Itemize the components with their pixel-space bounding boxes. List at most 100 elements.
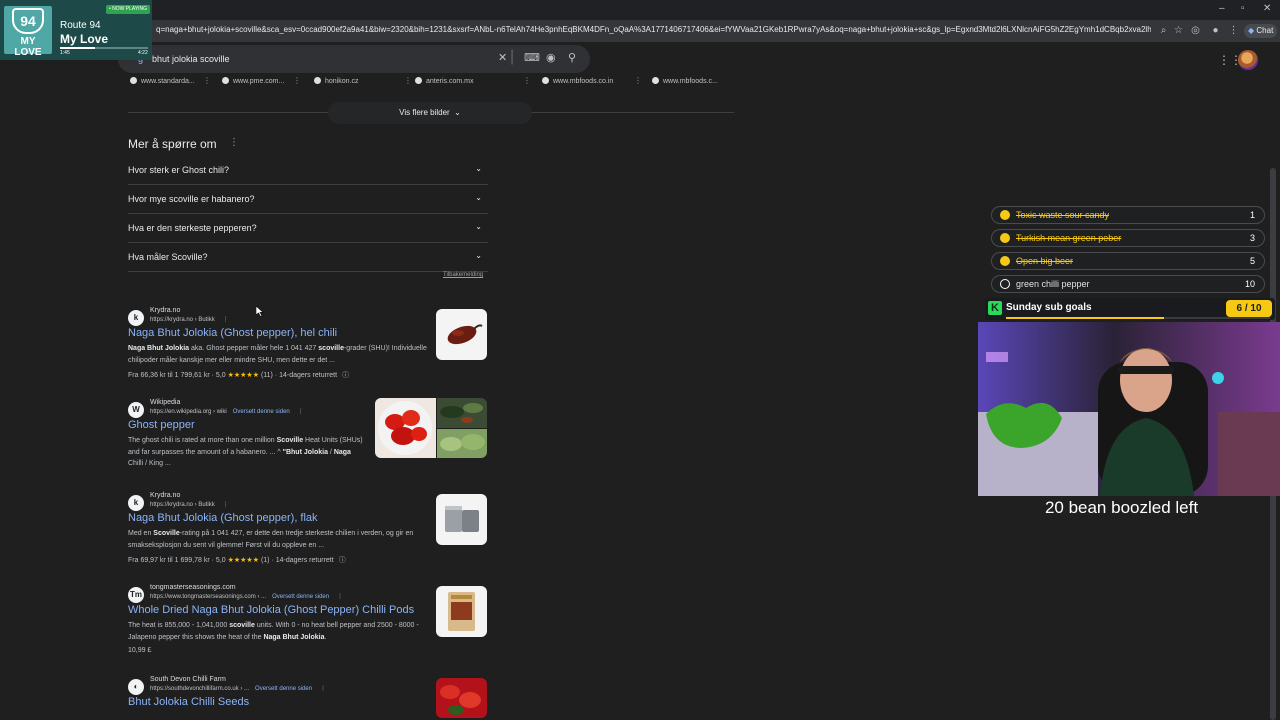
now-playing-badge: • NOW PLAYING — [106, 5, 151, 14]
checked-icon — [1000, 210, 1010, 220]
site-favicon-icon: Tm — [128, 587, 144, 603]
paa-question-text: Hvor sterk er Ghost chili? — [128, 165, 230, 175]
show-more-images-button[interactable]: Vis flere bilder ⌄ — [328, 102, 532, 124]
more-options-icon[interactable]: ⋮ — [203, 76, 211, 85]
result-thumbnail[interactable] — [436, 678, 487, 718]
image-source[interactable]: www.mbfoods.co.in — [542, 77, 613, 85]
info-icon[interactable]: ⓘ — [339, 557, 346, 564]
result-site-name: Wikipedia — [150, 399, 181, 406]
site-favicon-icon: k — [128, 495, 144, 511]
paa-question[interactable]: Hva er den sterkeste pepperen? ⌄ — [128, 214, 488, 243]
elapsed-time: 1:45 — [60, 50, 70, 56]
url-text[interactable]: q=naga+bhut+jolokia+scoville&sca_esv=0cc… — [156, 25, 1151, 34]
source-favicon-icon — [415, 77, 422, 84]
image-source[interactable]: www.pme.com... — [222, 77, 284, 85]
source-favicon-icon — [652, 77, 659, 84]
restore-icon[interactable]: ▫ — [1241, 3, 1245, 14]
chevron-down-icon: ⌄ — [475, 193, 482, 202]
minimize-icon[interactable]: – — [1219, 3, 1225, 14]
result-title-link[interactable]: Naga Bhut Jolokia (Ghost pepper), hel ch… — [128, 327, 337, 339]
result-title-link[interactable]: Naga Bhut Jolokia (Ghost pepper), flak — [128, 512, 318, 524]
chili-seeds-image — [440, 685, 481, 715]
dried-chili-image — [447, 324, 483, 345]
search-box-divider: | — [510, 48, 515, 65]
result-thumbnail[interactable] — [436, 586, 487, 637]
sub-goal-count: 6 / 10 — [1226, 300, 1272, 317]
goal-item: green chilli pepper 10 — [991, 275, 1265, 293]
chat-button[interactable]: ◆ Chat — [1244, 24, 1278, 38]
paa-question-text: Hva måler Scoville? — [128, 252, 208, 262]
paa-question[interactable]: Hvor sterk er Ghost chili? ⌄ — [128, 156, 488, 185]
clear-icon[interactable]: ✕ — [498, 52, 507, 65]
profile-icon[interactable]: ● — [1209, 24, 1222, 37]
search-result: k Krydra.no https://krydra.no › Butikk ⋮ … — [128, 307, 488, 387]
image-source[interactable]: anteris.com.mx — [415, 77, 473, 85]
zoom-icon[interactable]: ⌕ — [1157, 24, 1170, 37]
goal-text: Turkish mean green peber — [1016, 233, 1122, 243]
search-box[interactable]: g bhut jolokia scoville ✕ | ⌨ ◉ ⚲ — [118, 45, 590, 73]
result-thumbnail[interactable] — [437, 398, 487, 428]
chili-pods-package-image — [448, 592, 475, 631]
close-window-icon[interactable]: ✕ — [1263, 3, 1271, 14]
result-thumbnail[interactable] — [375, 398, 436, 458]
more-options-icon[interactable]: ⋮ — [223, 502, 229, 508]
source-favicon-icon — [314, 77, 321, 84]
screen: – ▫ ✕ q=naga+bhut+jolokia+scoville&sca_e… — [0, 0, 1280, 720]
more-options-icon[interactable]: ⋮ — [298, 409, 304, 415]
sub-goal-progress — [1006, 317, 1270, 319]
people-also-ask-title: Mer å spørre om — [128, 137, 217, 151]
search-input[interactable]: bhut jolokia scoville — [152, 54, 230, 64]
more-options-icon[interactable]: ⋮ — [320, 686, 326, 692]
info-icon[interactable]: ⓘ — [342, 372, 349, 379]
translate-link[interactable]: Oversett denne siden — [255, 686, 312, 692]
more-options-icon[interactable]: ⋮ — [337, 594, 343, 600]
image-source[interactable]: www.standarda... — [130, 77, 195, 85]
lens-icon[interactable]: ◉ — [546, 52, 556, 65]
goal-item: Open big beer 5 — [991, 252, 1265, 270]
more-options-icon[interactable]: ⋮ — [404, 76, 412, 85]
image-source[interactable]: honikon.cz — [314, 77, 358, 85]
translate-link[interactable]: Oversett denne siden — [233, 409, 290, 415]
paa-question-text: Hvor mye scoville er habanero? — [128, 194, 255, 204]
site-favicon-icon: k — [128, 310, 144, 326]
route-shield-icon: 94 — [12, 8, 44, 34]
song-title: My Love — [60, 32, 109, 46]
search-icon[interactable]: ⚲ — [568, 52, 576, 65]
address-bar[interactable]: q=naga+bhut+jolokia+scoville&sca_esv=0cc… — [0, 20, 1280, 42]
paa-question[interactable]: Hvor mye scoville er habanero? ⌄ — [128, 185, 488, 214]
result-snippet: Naga Bhut Jolokia aka. Ghost pepper måle… — [128, 345, 427, 364]
goal-count: 1 — [1249, 210, 1255, 220]
bookmark-star-icon[interactable]: ☆ — [1172, 24, 1185, 37]
paa-question[interactable]: Hva måler Scoville? ⌄ — [128, 243, 488, 272]
result-thumbnail[interactable] — [436, 494, 487, 545]
goal-item: Toxic waste sour candy 1 — [991, 206, 1265, 224]
search-result: Tm tongmasterseasonings.com https://www.… — [128, 584, 488, 660]
kick-logo-icon: K — [988, 301, 1002, 315]
album-cover-title: MY LOVE — [14, 36, 42, 58]
pepper-leaves-image — [440, 434, 485, 451]
goal-item: Turkish mean green peber 3 — [991, 229, 1265, 247]
translate-link[interactable]: Oversett denne siden — [272, 594, 329, 600]
feedback-link[interactable]: Tilbakemelding — [443, 272, 483, 278]
result-url: https://southdevonchillifarm.co.uk › ...… — [150, 686, 327, 692]
extension-icon[interactable]: ◎ — [1189, 24, 1202, 37]
result-url: https://en.wikipedia.org › wiki Oversett … — [150, 409, 304, 415]
goal-text: green chilli pepper — [1016, 279, 1090, 289]
result-title-link[interactable]: Whole Dried Naga Bhut Jolokia (Ghost Pep… — [128, 604, 414, 616]
result-thumbnail[interactable] — [436, 309, 487, 360]
image-source[interactable]: www.mbfoods.c... — [652, 77, 718, 85]
browser-titlebar: – ▫ ✕ — [0, 0, 1280, 20]
more-options-icon[interactable]: ⋮ — [523, 76, 531, 85]
menu-dots-icon[interactable]: ⋮ — [1227, 24, 1240, 37]
more-options-icon[interactable]: ⋮ — [293, 76, 301, 85]
more-options-icon[interactable]: ⋮ — [229, 137, 239, 148]
keyboard-icon[interactable]: ⌨ — [524, 52, 540, 65]
user-avatar[interactable] — [1238, 50, 1258, 70]
result-title-link[interactable]: Ghost pepper — [128, 419, 195, 431]
paa-question-text: Hva er den sterkeste pepperen? — [128, 223, 257, 233]
more-options-icon[interactable]: ⋮ — [634, 76, 642, 85]
more-options-icon[interactable]: ⋮ — [223, 317, 229, 323]
playback-progress-fill — [60, 47, 96, 49]
result-thumbnail[interactable] — [437, 429, 487, 458]
result-title-link[interactable]: Bhut Jolokia Chilli Seeds — [128, 696, 249, 708]
